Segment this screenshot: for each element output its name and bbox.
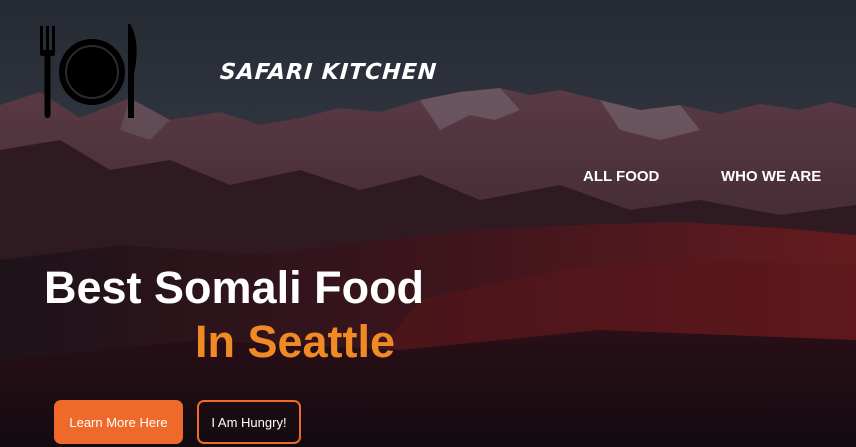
plate-fork-knife-icon [40, 24, 137, 118]
main-nav: ALL FOOD WHO WE ARE [0, 168, 856, 188]
nav-item-all-food[interactable]: ALL FOOD [583, 168, 659, 185]
learn-more-button[interactable]: Learn More Here [54, 400, 183, 444]
hero-subheadline: In Seattle [195, 316, 396, 367]
i-am-hungry-button[interactable]: I Am Hungry! [197, 400, 301, 444]
brand-name: SAFARI KITCHEN [219, 60, 438, 85]
nav-item-who-we-are[interactable]: WHO WE ARE [721, 168, 821, 185]
hero-section: SAFARI KITCHEN ALL FOOD WHO WE ARE Best … [0, 0, 856, 447]
hero-headline: Best Somali Food [44, 262, 425, 313]
